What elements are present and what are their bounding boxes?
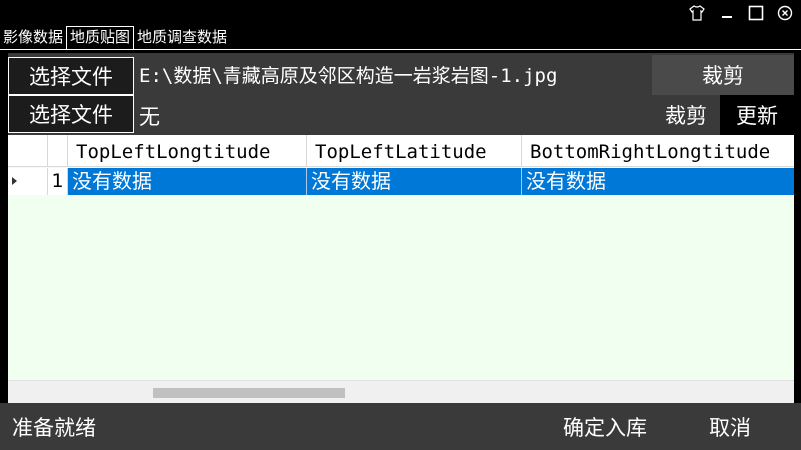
confirm-import-button[interactable]: 确定入库 <box>545 409 665 445</box>
tab-divider <box>0 49 801 50</box>
table-cell[interactable]: 没有数据 <box>68 168 307 195</box>
file-path-1: E:\数据\青藏高原及邻区构造一岩浆岩图-1.jpg <box>139 65 558 87</box>
grid-header: TopLeftLongtitude TopLeftLatitude Bottom… <box>8 135 794 167</box>
select-file-button-2[interactable]: 选择文件 <box>8 95 134 133</box>
horizontal-scrollbar[interactable] <box>8 380 794 403</box>
select-file-button-1[interactable]: 选择文件 <box>8 57 134 95</box>
crop-header: 裁剪 <box>652 55 794 95</box>
column-header-topleft-longitude[interactable]: TopLeftLongtitude <box>68 135 307 167</box>
file-toolbar: 选择文件 E:\数据\青藏高原及邻区构造一岩浆岩图-1.jpg 选择文件 无 裁… <box>8 53 794 135</box>
tab-image-data[interactable]: 影像数据 <box>0 26 66 50</box>
row-index: 1 <box>48 168 68 195</box>
header-index <box>48 135 68 167</box>
file-path-2: 无 <box>139 105 160 129</box>
status-bar: 准备就绪 确定入库 取消 <box>0 403 801 450</box>
update-button[interactable]: 更新 <box>720 95 794 135</box>
column-header-topleft-latitude[interactable]: TopLeftLatitude <box>307 135 522 167</box>
table-cell[interactable]: 没有数据 <box>522 168 794 195</box>
shirt-icon[interactable] <box>684 2 710 24</box>
row-selector[interactable] <box>8 168 48 195</box>
table-cell[interactable]: 没有数据 <box>307 168 522 195</box>
table-row[interactable]: 1 没有数据 没有数据 没有数据 <box>8 168 794 195</box>
column-header-bottomright-longitude[interactable]: BottomRightLongtitude <box>522 135 794 167</box>
maximize-icon[interactable] <box>743 2 769 24</box>
data-grid[interactable]: TopLeftLongtitude TopLeftLatitude Bottom… <box>8 135 794 403</box>
close-circle-icon[interactable] <box>772 2 798 24</box>
scrollbar-thumb[interactable] <box>153 388 345 398</box>
minimize-icon[interactable] <box>714 2 740 24</box>
tab-geology-survey[interactable]: 地质调查数据 <box>134 26 230 50</box>
cancel-button[interactable]: 取消 <box>690 409 770 445</box>
tab-geology-texture[interactable]: 地质贴图 <box>66 26 135 50</box>
crop-button[interactable]: 裁剪 <box>652 95 720 135</box>
title-bar <box>0 0 801 26</box>
row-pointer-icon <box>12 177 17 185</box>
header-corner <box>8 135 48 167</box>
tab-strip: 影像数据 地质贴图 地质调查数据 <box>0 26 230 50</box>
status-text: 准备就绪 <box>12 416 96 440</box>
